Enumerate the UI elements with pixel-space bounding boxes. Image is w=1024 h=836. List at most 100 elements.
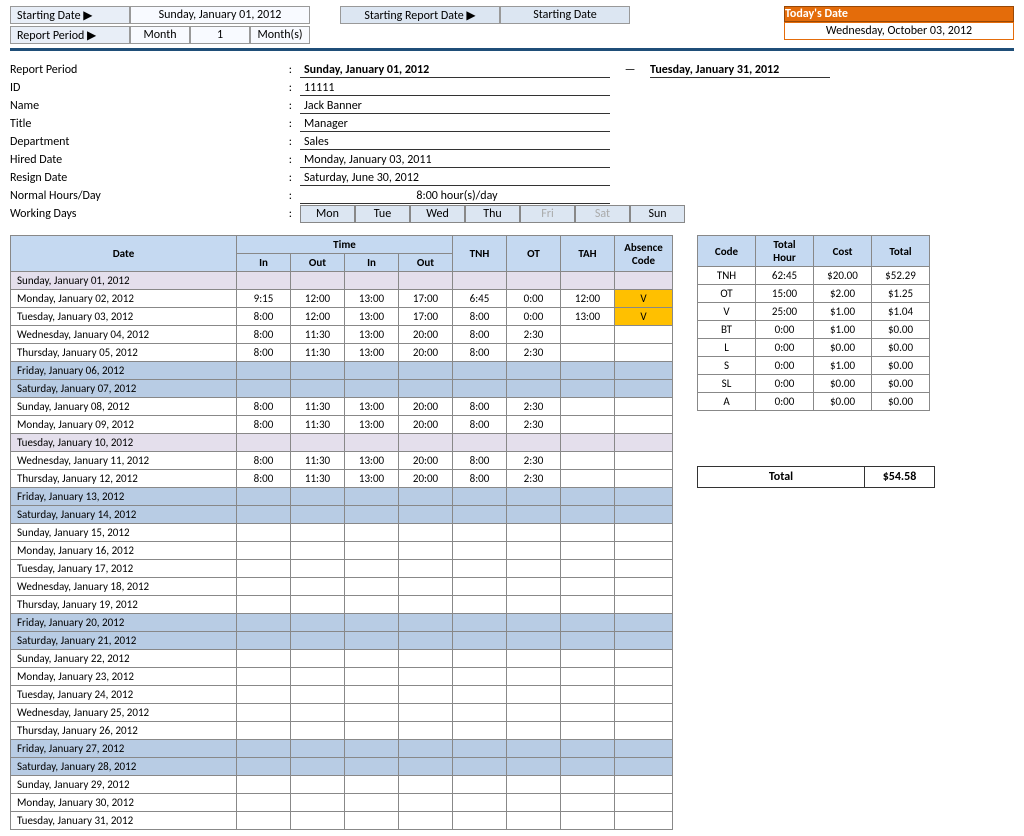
cell-i2[interactable]: [345, 542, 399, 560]
cell-tnh[interactable]: 8:00: [453, 398, 507, 416]
cell-tnh[interactable]: [453, 578, 507, 596]
cell-i1[interactable]: [237, 614, 291, 632]
cell-o2[interactable]: [399, 488, 453, 506]
cell-ac[interactable]: [615, 398, 673, 416]
title-value[interactable]: Manager: [300, 117, 610, 132]
cell-o1[interactable]: [291, 380, 345, 398]
cell-ac[interactable]: [615, 776, 673, 794]
cell-tah[interactable]: [561, 740, 615, 758]
timesheet-row[interactable]: Sunday, January 29, 2012: [11, 776, 673, 794]
timesheet-row[interactable]: Monday, January 09, 20128:0011:3013:0020…: [11, 416, 673, 434]
cell-i2[interactable]: 13:00: [345, 344, 399, 362]
cell-tnh[interactable]: [453, 434, 507, 452]
cell-tnh[interactable]: 8:00: [453, 308, 507, 326]
timesheet-row[interactable]: Tuesday, January 24, 2012: [11, 686, 673, 704]
cell-i1[interactable]: [237, 794, 291, 812]
cell-d[interactable]: Saturday, January 28, 2012: [11, 758, 237, 776]
cell-o1[interactable]: [291, 614, 345, 632]
cell-o2[interactable]: [399, 704, 453, 722]
cell-d[interactable]: Wednesday, January 25, 2012: [11, 704, 237, 722]
cell-d[interactable]: Saturday, January 14, 2012: [11, 506, 237, 524]
cell-tah[interactable]: [561, 560, 615, 578]
cell-ac[interactable]: [615, 686, 673, 704]
cell-o2[interactable]: [399, 362, 453, 380]
cell-d[interactable]: Thursday, January 05, 2012: [11, 344, 237, 362]
cell-o2[interactable]: 17:00: [399, 290, 453, 308]
cell-i2[interactable]: [345, 740, 399, 758]
cell-o2[interactable]: [399, 560, 453, 578]
cell-i1[interactable]: [237, 560, 291, 578]
cell-ot[interactable]: 2:30: [507, 398, 561, 416]
cell-ac[interactable]: [615, 668, 673, 686]
cell-d[interactable]: Thursday, January 19, 2012: [11, 596, 237, 614]
timesheet-row[interactable]: Wednesday, January 25, 2012: [11, 704, 673, 722]
cell-ot[interactable]: [507, 560, 561, 578]
cell-ac[interactable]: [615, 452, 673, 470]
cell-tah[interactable]: 13:00: [561, 308, 615, 326]
cell-i1[interactable]: 8:00: [237, 416, 291, 434]
cell-ot[interactable]: [507, 542, 561, 560]
cell-i2[interactable]: 13:00: [345, 308, 399, 326]
cell-tah[interactable]: [561, 470, 615, 488]
day-thu[interactable]: Thu: [465, 205, 520, 223]
cell-i1[interactable]: [237, 686, 291, 704]
cell-d[interactable]: Tuesday, January 24, 2012: [11, 686, 237, 704]
cell-tah[interactable]: [561, 614, 615, 632]
cell-ot[interactable]: [507, 650, 561, 668]
cell-i2[interactable]: [345, 272, 399, 290]
timesheet-row[interactable]: Tuesday, January 10, 2012: [11, 434, 673, 452]
cell-tnh[interactable]: [453, 668, 507, 686]
cell-i1[interactable]: 8:00: [237, 452, 291, 470]
timesheet-row[interactable]: Wednesday, January 18, 2012: [11, 578, 673, 596]
cell-i2[interactable]: [345, 776, 399, 794]
cell-d[interactable]: Wednesday, January 04, 2012: [11, 326, 237, 344]
timesheet-row[interactable]: Tuesday, January 17, 2012: [11, 560, 673, 578]
cell-o2[interactable]: 20:00: [399, 470, 453, 488]
cell-i2[interactable]: [345, 794, 399, 812]
day-mon[interactable]: Mon: [300, 205, 355, 223]
cell-tnh[interactable]: [453, 704, 507, 722]
name-value[interactable]: Jack Banner: [300, 99, 610, 114]
timesheet-row[interactable]: Monday, January 16, 2012: [11, 542, 673, 560]
cell-o2[interactable]: [399, 686, 453, 704]
timesheet-row[interactable]: Thursday, January 19, 2012: [11, 596, 673, 614]
timesheet-row[interactable]: Thursday, January 26, 2012: [11, 722, 673, 740]
cell-tnh[interactable]: 8:00: [453, 326, 507, 344]
cell-tnh[interactable]: [453, 740, 507, 758]
cell-i2[interactable]: 13:00: [345, 452, 399, 470]
cell-o1[interactable]: 12:00: [291, 290, 345, 308]
cell-ac[interactable]: [615, 578, 673, 596]
timesheet-row[interactable]: Friday, January 27, 2012: [11, 740, 673, 758]
cell-o2[interactable]: [399, 596, 453, 614]
cell-tnh[interactable]: [453, 650, 507, 668]
cell-i2[interactable]: 13:00: [345, 416, 399, 434]
timesheet-row[interactable]: Saturday, January 14, 2012: [11, 506, 673, 524]
cell-tnh[interactable]: 8:00: [453, 344, 507, 362]
cell-ot[interactable]: [507, 578, 561, 596]
cell-ac[interactable]: [615, 470, 673, 488]
cell-ot[interactable]: [507, 776, 561, 794]
cell-o2[interactable]: [399, 668, 453, 686]
cell-d[interactable]: Thursday, January 12, 2012: [11, 470, 237, 488]
cell-o2[interactable]: [399, 794, 453, 812]
cell-ac[interactable]: [615, 272, 673, 290]
cell-ot[interactable]: 0:00: [507, 308, 561, 326]
cell-ac[interactable]: [615, 794, 673, 812]
cell-ac[interactable]: [615, 596, 673, 614]
cell-i1[interactable]: [237, 434, 291, 452]
cell-tah[interactable]: [561, 344, 615, 362]
cell-o2[interactable]: 20:00: [399, 398, 453, 416]
cell-ac[interactable]: [615, 650, 673, 668]
timesheet-row[interactable]: Monday, January 23, 2012: [11, 668, 673, 686]
cell-ot[interactable]: [507, 434, 561, 452]
cell-o1[interactable]: [291, 542, 345, 560]
timesheet-row[interactable]: Saturday, January 07, 2012: [11, 380, 673, 398]
cell-i2[interactable]: 13:00: [345, 398, 399, 416]
cell-ac[interactable]: [615, 416, 673, 434]
cell-o2[interactable]: [399, 740, 453, 758]
timesheet-row[interactable]: Sunday, January 08, 20128:0011:3013:0020…: [11, 398, 673, 416]
cell-o1[interactable]: 11:30: [291, 452, 345, 470]
cell-d[interactable]: Sunday, January 29, 2012: [11, 776, 237, 794]
cell-ot[interactable]: [507, 488, 561, 506]
cell-tnh[interactable]: [453, 776, 507, 794]
